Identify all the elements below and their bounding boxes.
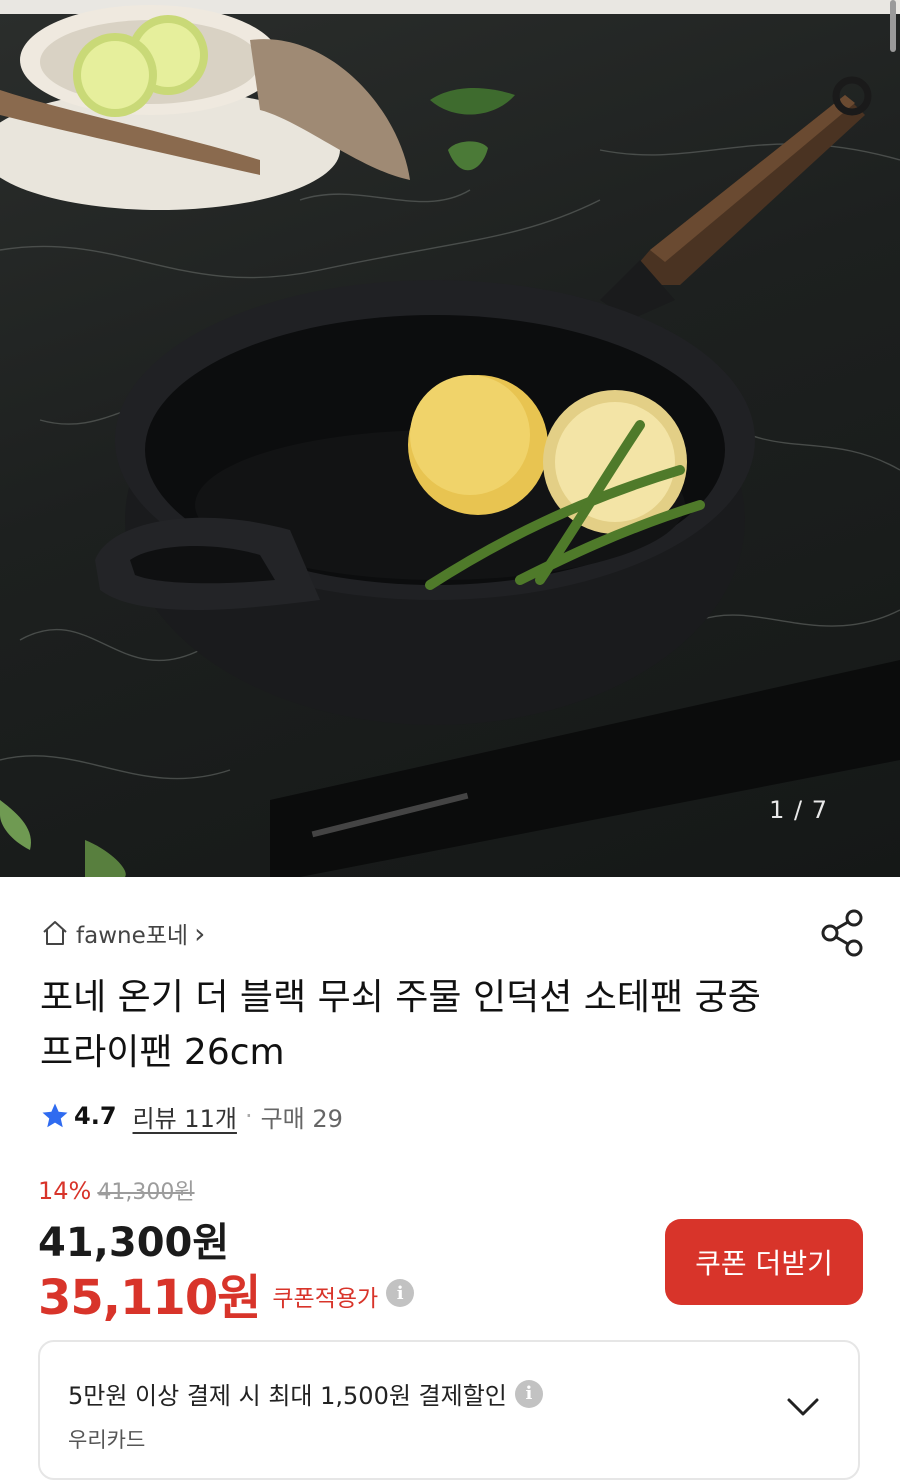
product-photo: [0, 0, 900, 877]
purchase-count: 구매 29: [260, 1104, 343, 1133]
rating-row: 4.7 리뷰 11개 · 구매 29: [40, 1098, 343, 1134]
discount-percent: 14%: [38, 1177, 92, 1205]
original-price: 41,300원: [97, 1180, 195, 1205]
card-discount-panel[interactable]: 5만원 이상 결제 시 최대 1,500원 결제할인 i 우리카드: [38, 1340, 860, 1480]
share-icon[interactable]: [820, 908, 866, 958]
rating-score: 4.7: [74, 1102, 117, 1130]
card-offer-text: 5만원 이상 결제 시 최대 1,500원 결제할인: [68, 1382, 507, 1410]
coupon-price-label: 쿠폰적용가: [272, 1286, 379, 1312]
star-icon: [42, 1103, 68, 1128]
home-icon: [43, 921, 67, 945]
get-coupon-button[interactable]: 쿠폰 더받기: [665, 1219, 863, 1305]
chevron-down-icon[interactable]: [786, 1396, 820, 1418]
coupon-price: 35,110원: [38, 1270, 261, 1326]
chevron-right-icon: ›: [194, 916, 206, 950]
info-icon[interactable]: i: [514, 1379, 543, 1408]
store-link[interactable]: fawne포네 ›: [40, 913, 205, 953]
card-offer-headline: 5만원 이상 결제 시 최대 1,500원 결제할인 i: [68, 1376, 543, 1411]
store-name: fawne포네: [76, 923, 189, 949]
info-icon[interactable]: i: [386, 1279, 415, 1307]
page-scrollbar[interactable]: [890, 0, 896, 52]
card-name: 우리카드: [68, 1428, 146, 1452]
product-title: 포네 온기 더 블랙 무쇠 주물 인덕션 소테팬 궁중 프라이팬 26cm: [40, 977, 761, 1073]
review-count-link[interactable]: 리뷰 11개: [133, 1099, 237, 1134]
coupon-price-row: 35,110원 쿠폰적용가 i: [38, 1258, 415, 1328]
image-counter: 1 / 7: [769, 796, 828, 824]
product-image-gallery[interactable]: 1 / 7: [0, 0, 900, 877]
separator: ·: [244, 1102, 253, 1130]
discount-line: 14% 41,300원: [38, 1174, 195, 1206]
